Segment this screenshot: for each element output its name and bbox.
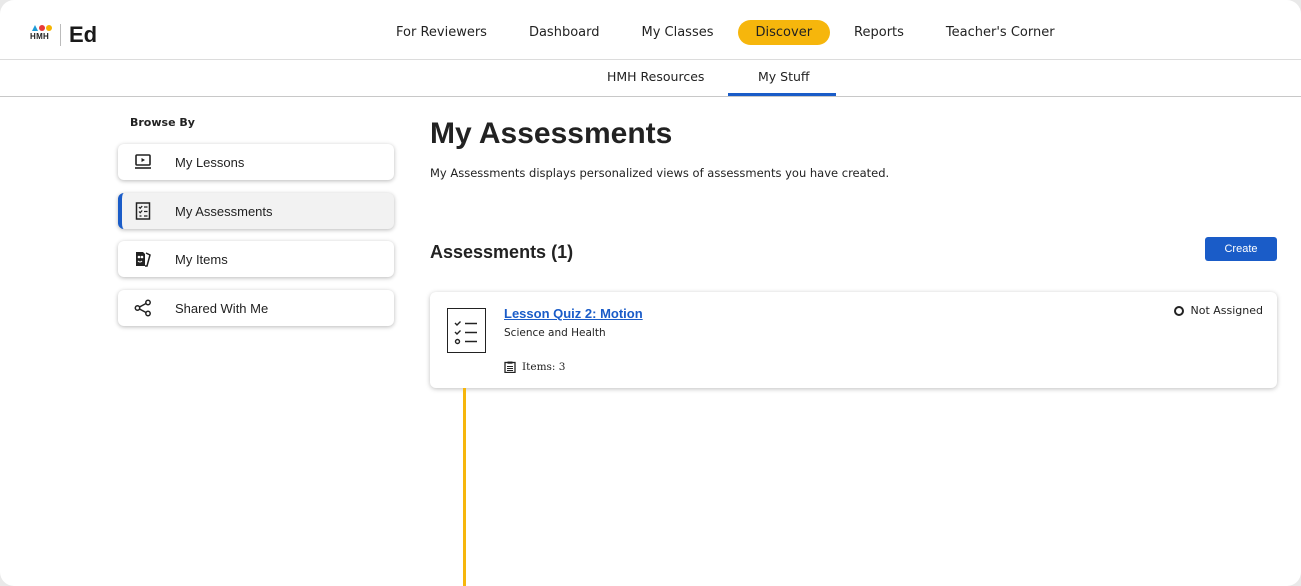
app-window: HMH Ed For Reviewers Dashboard My Classe…: [0, 0, 1301, 586]
sidebar-item-label: My Lessons: [175, 154, 245, 170]
tab-my-stuff[interactable]: My Stuff: [758, 69, 810, 84]
status-circle-icon: [1174, 305, 1185, 316]
assessment-card[interactable]: Lesson Quiz 2: Motion Science and Health…: [430, 292, 1277, 388]
status-badge: Not Assigned: [1174, 304, 1263, 317]
play-screen-icon: [133, 152, 153, 172]
decorative-yellow-line: [463, 388, 466, 586]
sidebar-item-my-items[interactable]: My Items: [118, 241, 394, 277]
main-nav: For Reviewers Dashboard My Classes Disco…: [396, 20, 1097, 45]
sidebar-item-my-lessons[interactable]: My Lessons: [118, 144, 394, 180]
app-name: Ed: [69, 22, 98, 47]
assessment-items-count: Items: 3: [504, 361, 566, 374]
sidebar-item-label: Shared With Me: [175, 300, 269, 316]
page-title: My Assessments: [430, 117, 673, 150]
nav-my-classes[interactable]: My Classes: [641, 20, 713, 45]
nav-dashboard[interactable]: Dashboard: [529, 20, 600, 45]
sidebar-item-label: My Assessments: [175, 203, 273, 219]
logo-divider: [60, 24, 61, 46]
active-tab-indicator: [728, 93, 836, 96]
nav-for-reviewers[interactable]: For Reviewers: [396, 20, 487, 45]
sidebar-item-shared-with-me[interactable]: Shared With Me: [118, 290, 394, 326]
hmh-ed-logo[interactable]: HMH Ed: [30, 22, 97, 48]
nav-discover[interactable]: Discover: [737, 20, 831, 45]
top-navigation-bar: HMH Ed For Reviewers Dashboard My Classe…: [0, 0, 1301, 60]
sub-navigation-tabs: HMH Resources My Stuff: [0, 60, 1301, 97]
sidebar-item-label: My Items: [175, 251, 228, 267]
create-button[interactable]: Create: [1205, 237, 1277, 261]
browse-by-heading: Browse By: [130, 116, 195, 129]
assessment-checklist-icon: [447, 308, 486, 353]
clipboard-icon: [504, 361, 516, 374]
checklist-icon: [133, 201, 153, 221]
nav-reports[interactable]: Reports: [854, 20, 904, 45]
assessments-count-heading: Assessments (1): [430, 242, 574, 262]
items-count-label: Items: 3: [522, 361, 566, 373]
assessment-subject: Science and Health: [504, 327, 606, 339]
sidebar-item-my-assessments[interactable]: My Assessments: [118, 193, 394, 229]
items-icon: [133, 249, 153, 269]
status-label: Not Assigned: [1190, 304, 1263, 317]
nav-teachers-corner[interactable]: Teacher's Corner: [946, 20, 1055, 45]
page-description: My Assessments displays personalized vie…: [430, 166, 890, 180]
tab-hmh-resources[interactable]: HMH Resources: [607, 69, 704, 84]
share-icon: [133, 298, 153, 318]
assessment-title-link[interactable]: Lesson Quiz 2: Motion: [504, 306, 643, 321]
hmh-logo-icon: HMH: [30, 25, 54, 45]
